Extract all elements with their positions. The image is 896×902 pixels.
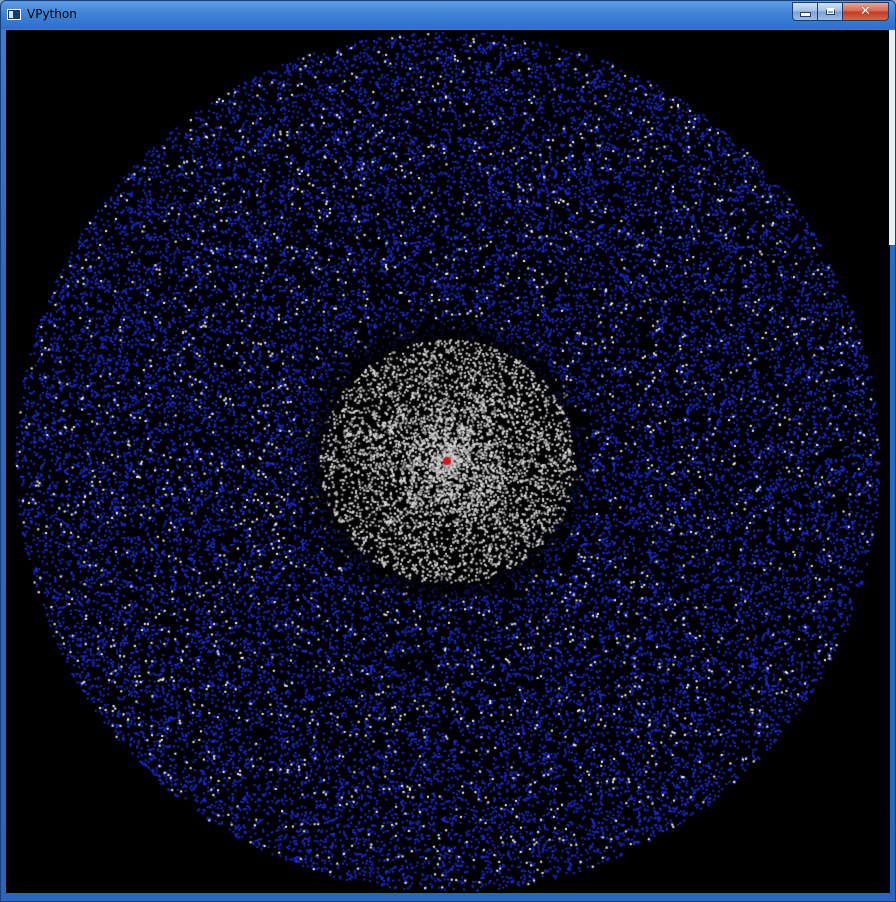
particle-disk-scene[interactable] (6, 30, 890, 893)
vpython-window: VPython ✕ (0, 0, 896, 902)
vpython-window-icon[interactable] (7, 9, 21, 20)
maximize-button[interactable] (818, 2, 843, 21)
window-edge-highlight (889, 30, 895, 245)
minimize-icon (799, 12, 811, 17)
close-icon: ✕ (860, 4, 871, 19)
maximize-icon (825, 8, 835, 15)
scene-viewport[interactable] (6, 30, 890, 893)
minimize-button[interactable] (792, 2, 818, 21)
window-title: VPython (27, 7, 77, 21)
caption-buttons: ✕ (792, 2, 889, 21)
close-button[interactable]: ✕ (843, 2, 889, 21)
title-bar[interactable]: VPython ✕ (1, 1, 895, 29)
